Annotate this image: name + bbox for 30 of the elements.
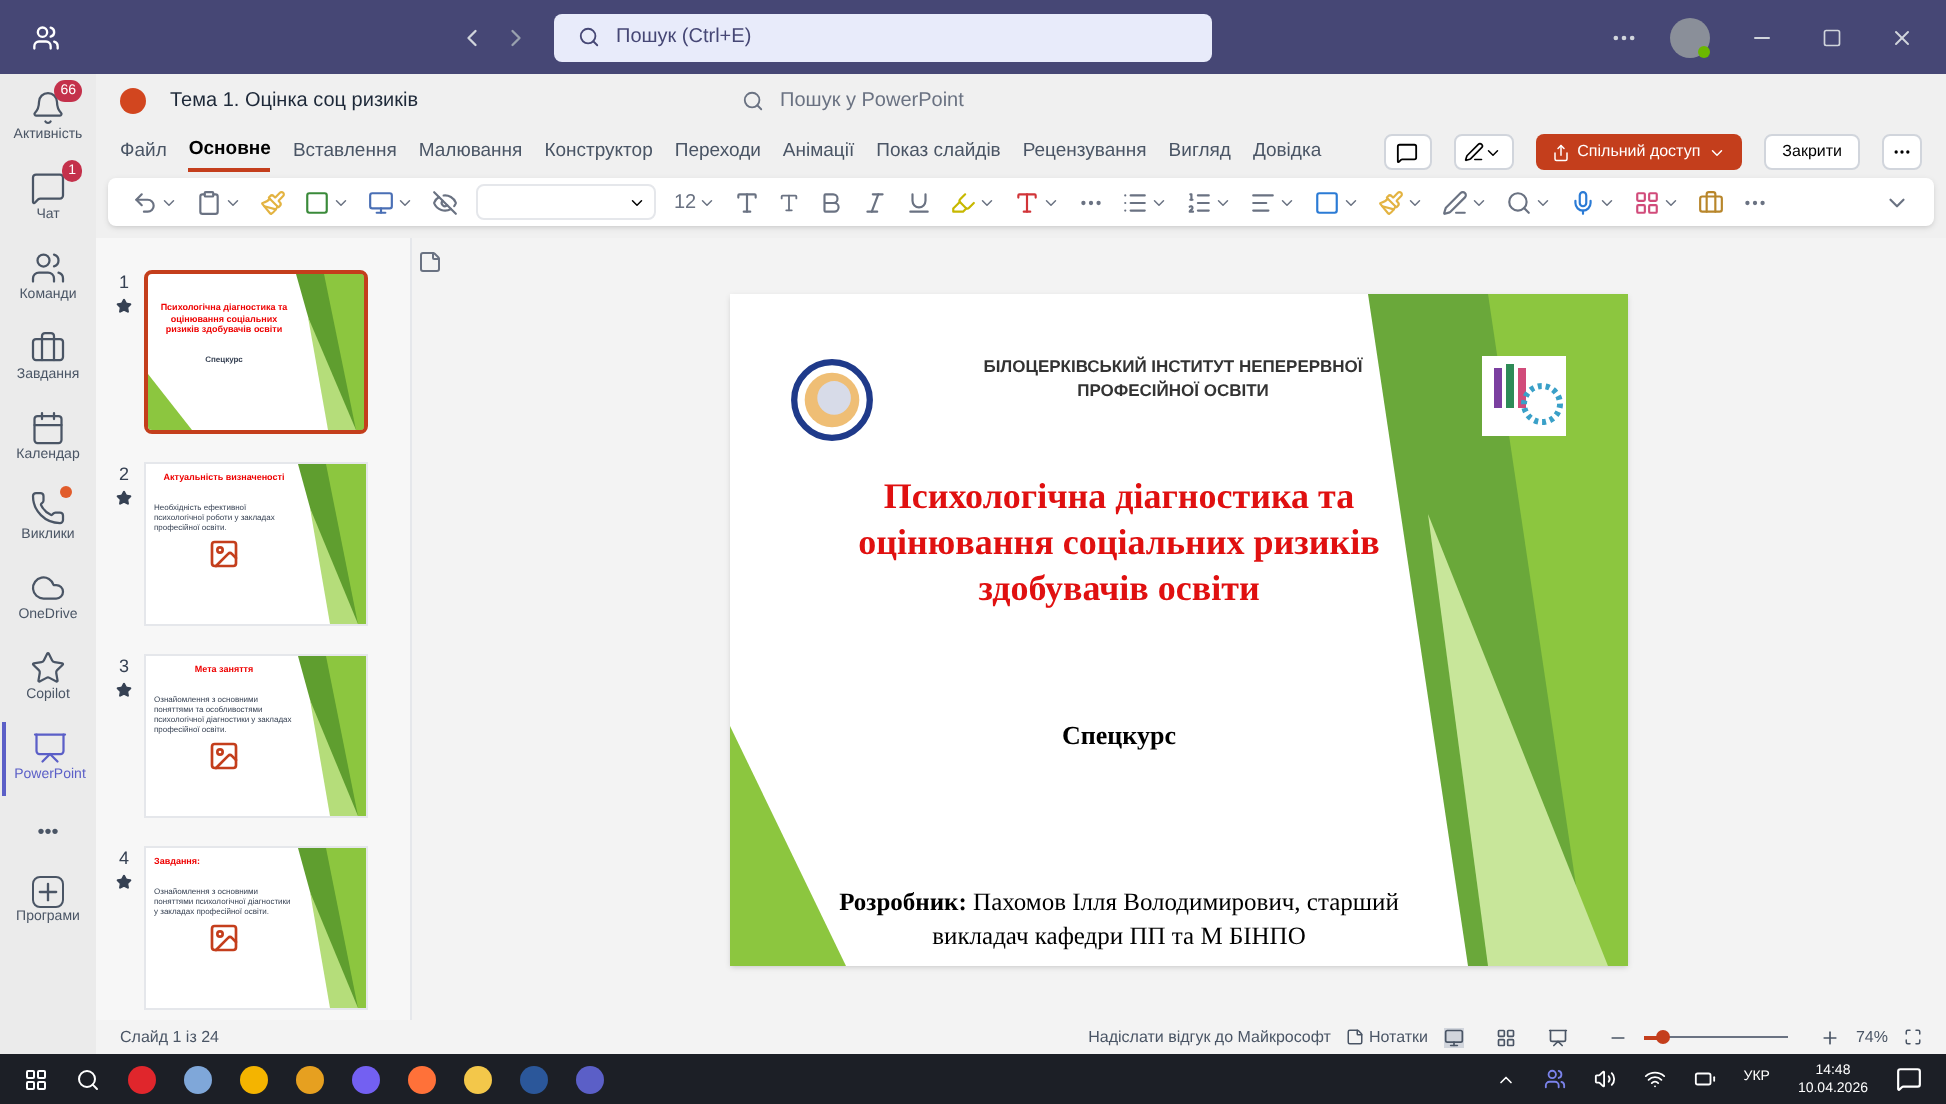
zoom-level: 74% (1855, 1025, 1888, 1049)
author-text: Розробник: Пахомов Ілля Володимирович, старший викладач кафедри ПП та М БІНПО (837, 886, 1401, 954)
ribbon-tab[interactable]: Конструктор (544, 132, 653, 172)
slide-number: 4 (118, 846, 129, 872)
ribbon-tab[interactable]: Анімації (782, 132, 855, 172)
ribbon-tab[interactable]: Малювання (418, 132, 523, 172)
slide-number: 2 (118, 462, 129, 488)
document-title: Тема 1. Оцінка соц ризиків (170, 87, 419, 115)
notes-button[interactable]: Нотатки (1346, 1025, 1428, 1049)
font-size-field[interactable]: 12 (674, 187, 717, 217)
institute-name: БІЛОЦЕРКІВСЬКИЙ ІНСТИТУТ НЕПЕРЕРВНОЇ ПРОФЕСІЙНОЇ ОСВІТИ (981, 353, 1365, 401)
slide-title: Психологічна діагностика та оцінювання соціальних ризиків здобувачів освіти (856, 473, 1382, 611)
powerpoint-search-field[interactable]: Пошук у PowerPoint (742, 80, 1263, 120)
feedback-link[interactable]: Надіслати відгук до Майкрософт (1088, 1025, 1331, 1049)
ribbon-tab[interactable]: Рецензування (1022, 132, 1147, 172)
slide-number: 1 (118, 270, 129, 296)
ribbon-tab[interactable]: Вставлення (292, 132, 397, 172)
ribbon-tab[interactable]: Файл (120, 132, 167, 172)
ribbon-tab[interactable]: Показ слайдів (876, 132, 1001, 172)
ribbon-tab[interactable]: Довідка (1252, 132, 1322, 172)
close-button[interactable]: Закрити (1764, 134, 1860, 170)
search-field[interactable]: Пошук (Ctrl+E) (554, 13, 1212, 61)
ribbon-tab[interactable]: Переходи (674, 132, 761, 172)
ribbon-tab[interactable]: Вигляд (1168, 132, 1231, 172)
ribbon-tab[interactable]: Основне (188, 132, 271, 172)
more-apps-button[interactable]: ••• (37, 802, 59, 862)
share-button[interactable]: Спільний доступ (1535, 134, 1743, 170)
slide-number: 3 (118, 654, 129, 680)
slide-counter: Слайд 1 із 24 (120, 1025, 219, 1049)
slide-subtitle: Спецкурс (1062, 717, 1176, 754)
